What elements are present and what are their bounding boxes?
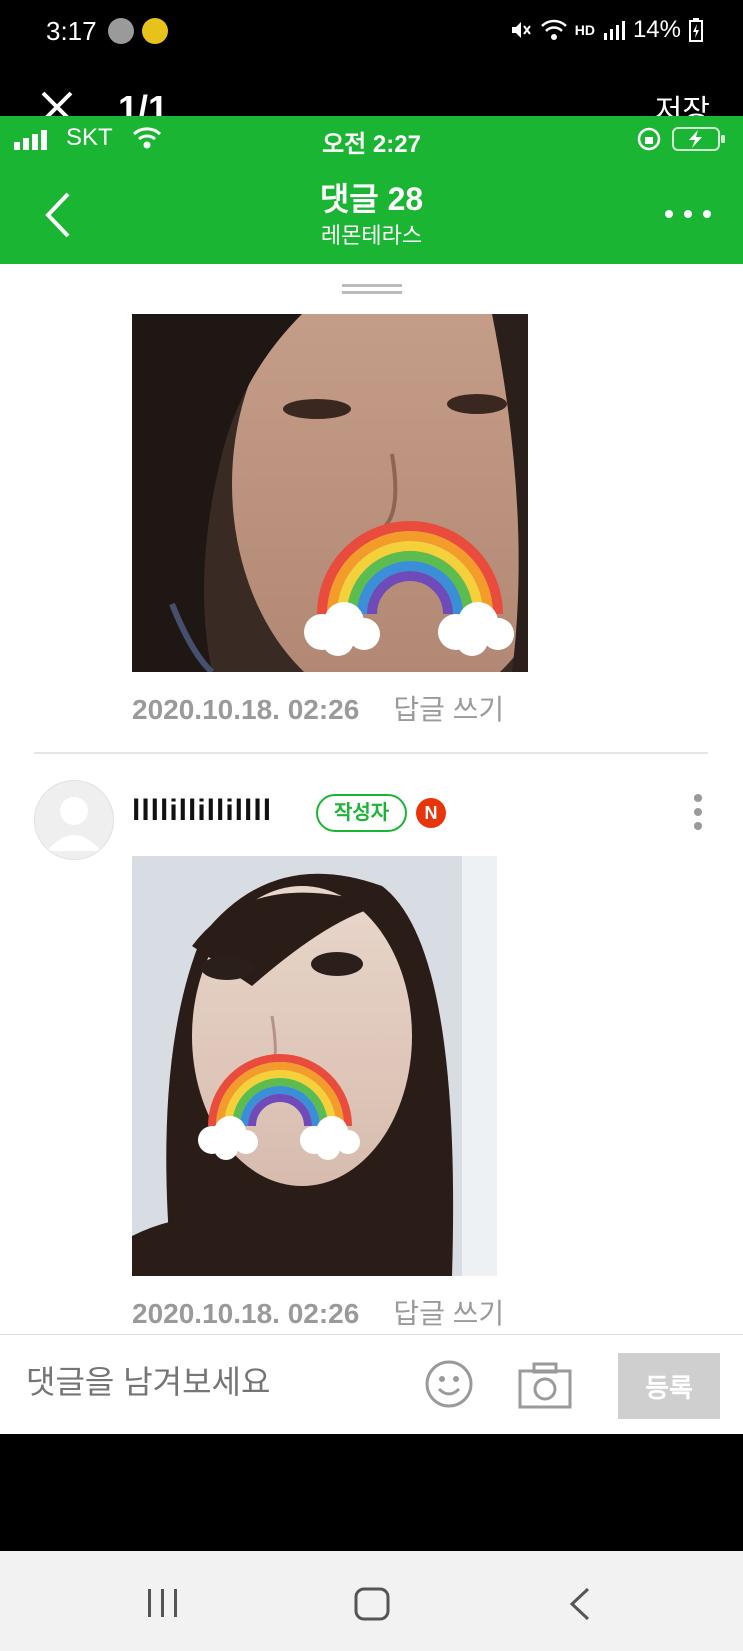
new-badge: N: [416, 798, 446, 828]
comment-date: 2020.10.18. 02:26: [132, 1298, 360, 1329]
notification-icon: [108, 18, 134, 44]
image-viewer-bar: 1/1 저장: [0, 70, 743, 129]
battery-icon: [672, 127, 725, 151]
comments-header: 댓글 28 레몬테라스: [0, 162, 743, 264]
signal-icon: [603, 21, 625, 40]
more-options-icon[interactable]: [663, 208, 713, 220]
reply-button[interactable]: 답글 쓰기: [393, 1298, 504, 1329]
page-title: 댓글 28: [319, 181, 424, 217]
system-status-bar: 3:17 HD 14%: [0, 0, 743, 70]
submit-button[interactable]: 등록: [618, 1353, 720, 1419]
comment-date: 2020.10.18. 02:26: [132, 694, 360, 725]
mute-icon: [511, 22, 531, 38]
comment-photo[interactable]: [132, 856, 497, 1276]
recent-apps-icon[interactable]: [146, 1587, 180, 1619]
camera-icon[interactable]: [518, 1361, 572, 1409]
cafe-name: 레몬테라스: [320, 223, 423, 248]
battery-icon: [689, 18, 703, 42]
comment-input[interactable]: [24, 1363, 408, 1402]
notification-icon: [142, 18, 168, 44]
comment-divider: [34, 752, 708, 754]
inner-status-bar: SKT 오전 2:27: [0, 116, 743, 162]
author-badge: 작성자: [316, 794, 408, 832]
drag-handle[interactable]: [342, 284, 402, 294]
avatar[interactable]: [34, 780, 114, 860]
wifi-icon: [540, 19, 567, 40]
comment-meta: 2020.10.18. 02:26 답글 쓰기: [132, 1292, 504, 1332]
navigation-bar: [0, 1551, 743, 1651]
comment-author[interactable]: llllillillillll: [132, 794, 272, 828]
inner-time: 오전 2:27: [322, 131, 421, 158]
screenshot-content: SKT 오전 2:27 댓글 28 레몬테라스 2020.10.18. 02:2…: [0, 116, 743, 1434]
home-icon[interactable]: [354, 1587, 390, 1621]
comment-meta: 2020.10.18. 02:26 답글 쓰기: [132, 688, 504, 728]
comment-composer: 등록: [0, 1334, 743, 1434]
system-indicators: HD 14%: [509, 16, 703, 44]
system-time: 3:17: [46, 16, 97, 46]
back-icon[interactable]: [568, 1587, 592, 1621]
comment-photo[interactable]: [132, 314, 528, 672]
hd-voice-label: HD: [574, 22, 595, 38]
rotation-lock-icon: [637, 127, 661, 151]
reply-button[interactable]: 답글 쓰기: [393, 694, 504, 725]
comment-more-icon[interactable]: [692, 792, 704, 832]
emoji-icon[interactable]: [424, 1359, 474, 1409]
battery-percent: 14%: [632, 16, 681, 43]
